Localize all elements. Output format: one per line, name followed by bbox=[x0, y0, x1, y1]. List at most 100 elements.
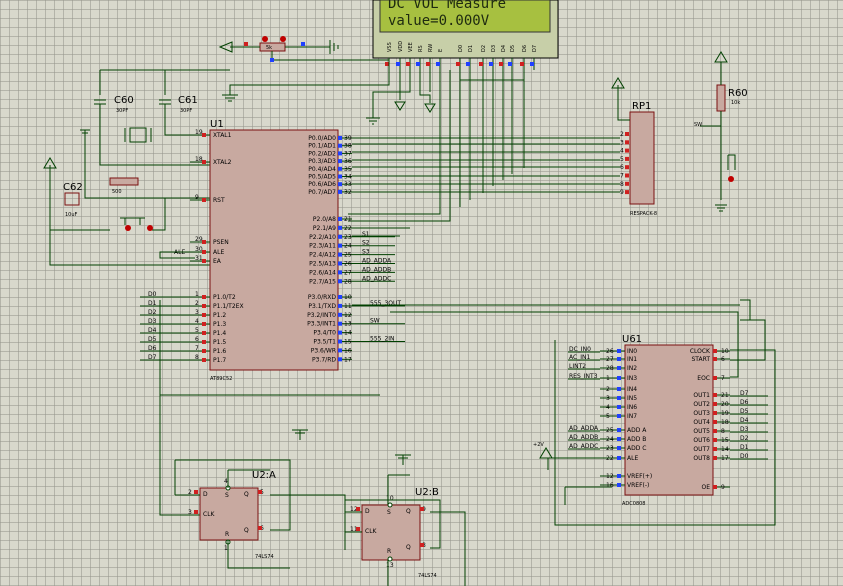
lcd-pin-name: VSS bbox=[387, 42, 393, 52]
u1-pin-name: P3.5/T1 bbox=[313, 339, 336, 346]
u1-p2-label: AD_ADDA bbox=[362, 258, 392, 265]
lcd-pin-marker bbox=[416, 62, 420, 66]
u2b-pin-marker bbox=[356, 507, 360, 511]
r60-value: 10k bbox=[731, 100, 740, 106]
rp1-resistor-pack[interactable]: RP1 RESPACK-8 23 456 789 bbox=[611, 77, 657, 217]
u61-pin-name: CLOCK bbox=[690, 348, 711, 355]
reset-network[interactable]: C62 10uF 500 bbox=[43, 129, 210, 266]
u61-pin-number: 15 bbox=[721, 437, 729, 444]
rp1-pin-number: 3 bbox=[620, 139, 624, 146]
lcd-pin-name: D3 bbox=[491, 45, 497, 52]
u61-in-label: AC_IN1 bbox=[569, 354, 590, 361]
r60-switch-section[interactable]: R60 10k SW bbox=[694, 51, 748, 212]
potentiometer[interactable]: 5k bbox=[218, 36, 390, 70]
u1-pin-number: 35 bbox=[344, 166, 352, 173]
rp1-pin-marker bbox=[625, 165, 629, 170]
u1-right-pins: 39 P0.0/AD0 38 P0.1/AD1 37 P0.2/AD2 36 P0.3/AD3… bbox=[307, 135, 405, 363]
u1-pin-marker bbox=[202, 240, 206, 244]
u1-p2-label: S3 bbox=[362, 249, 370, 256]
u61-pin-name: OUT1 bbox=[693, 392, 710, 399]
u1-pin-name: P1.4 bbox=[213, 330, 226, 337]
u1-pin-name: P1.2 bbox=[213, 312, 226, 319]
u61-pin-number: 25 bbox=[606, 427, 614, 434]
u61-pin-name: IN0 bbox=[627, 348, 637, 355]
u1-pin-number: 19 bbox=[195, 129, 203, 136]
u1-pin-name: P2.0/A8 bbox=[313, 216, 336, 223]
lcd-ground-symbols bbox=[366, 101, 436, 125]
u61-pin-marker bbox=[617, 405, 621, 409]
u1-pin-marker bbox=[202, 133, 206, 137]
u61-pin-number: 14 bbox=[721, 446, 729, 453]
u1-pin-name: P1.0/T2 bbox=[213, 294, 236, 301]
u61-out-label: D4 bbox=[740, 417, 749, 424]
u1-pin-marker bbox=[338, 182, 342, 187]
u61-pin-number: 26 bbox=[606, 348, 614, 355]
lcd-module[interactable]: DC VOL Measure value=0.000V VSS VDD VEE RS R… bbox=[372, 0, 559, 70]
u1-pin-name: P1.7 bbox=[213, 357, 226, 364]
lcd-pin-name: D1 bbox=[468, 45, 474, 52]
u2b-pin-r-number: 13 bbox=[386, 562, 394, 569]
u1-microcontroller[interactable]: U1 AT89C52 19 XTAL118 XTAL29 RST29 PSEN30 ALE… bbox=[140, 119, 405, 382]
u1-pin-number: 29 bbox=[195, 236, 203, 243]
rp1-pins: 23 456 789 bbox=[620, 131, 629, 196]
u61-add-label: AD_ADDA bbox=[569, 425, 599, 432]
u1-pin-number: 16 bbox=[344, 347, 352, 354]
u1-pin-name: P3.7/RD bbox=[312, 356, 336, 363]
u61-pin-number: 24 bbox=[606, 436, 614, 443]
u61-out-label: D2 bbox=[740, 435, 749, 442]
u1-p1-label: D1 bbox=[148, 300, 157, 307]
c60-ref: C60 bbox=[114, 95, 134, 106]
u2b-flipflop[interactable]: U2:B 74LS74 12D11CLK9Q8Q10S13R bbox=[350, 487, 439, 579]
lcd-pin-name: D6 bbox=[522, 45, 528, 52]
u61-pin-name: OUT3 bbox=[693, 410, 710, 417]
lcd-pin-name: VDD bbox=[398, 41, 404, 52]
u2b-pin-marker bbox=[420, 507, 424, 511]
u1-pin-number: 3 bbox=[195, 309, 199, 316]
u1-pin-name: P2.5/A13 bbox=[309, 261, 336, 268]
u1-pin-marker bbox=[338, 174, 342, 179]
u61-pin-marker bbox=[617, 349, 621, 353]
rp1-pin-marker bbox=[625, 148, 629, 153]
u1-pin-marker bbox=[338, 348, 342, 353]
u1-pin-number: 38 bbox=[344, 143, 352, 150]
u1-pin-number: 10 bbox=[344, 294, 352, 301]
u61-pin-number: 12 bbox=[606, 473, 614, 480]
lcd-pin-marker bbox=[456, 62, 460, 66]
u61-add-label: AD_ADDB bbox=[569, 434, 598, 441]
u1-p2-label: AD_ADDB bbox=[362, 266, 391, 273]
u1-pin-number: 21 bbox=[344, 216, 352, 223]
u1-pin-number: 39 bbox=[344, 135, 352, 142]
u1-pin-number: 11 bbox=[344, 303, 352, 310]
u1-pin-name: P2.3/A11 bbox=[309, 243, 336, 250]
u61-pin-number: 2 bbox=[606, 386, 610, 393]
u61-pin-name: OUT5 bbox=[693, 428, 710, 435]
rp1-part: RESPACK-8 bbox=[630, 211, 657, 217]
lcd-pin-marker bbox=[396, 62, 400, 66]
u61-out-label: D1 bbox=[740, 444, 749, 451]
u61-out-label: D0 bbox=[740, 453, 749, 460]
u1-pin-marker bbox=[338, 136, 342, 140]
u1-pin-name: XTAL1 bbox=[213, 132, 232, 139]
u61-out-label: D5 bbox=[740, 408, 749, 415]
u1-pin-number: 5 bbox=[195, 327, 199, 334]
lcd-pin-name: D0 bbox=[458, 45, 464, 52]
u61-pin-number: 9 bbox=[721, 484, 725, 491]
u1-pin-number: 8 bbox=[195, 354, 199, 361]
schematic-drawing: DC VOL Measure value=0.000V VSS VDD VEE RS R… bbox=[43, 0, 776, 586]
u61-pin-marker bbox=[617, 414, 621, 418]
u61-out-label: D7 bbox=[740, 390, 749, 397]
u1-pin-name: P0.1/AD1 bbox=[308, 143, 336, 150]
u1-pin-marker bbox=[202, 198, 206, 202]
u61-pin-marker bbox=[617, 396, 621, 400]
u61-pin-name: OE bbox=[701, 484, 710, 491]
u61-pin-marker bbox=[617, 456, 621, 460]
u1-pin-marker bbox=[202, 313, 206, 317]
u2a-flipflop[interactable]: U2:A 74LS74 2D3CLK5Q6Q4S1R bbox=[188, 470, 276, 560]
u61-pin-name: IN6 bbox=[627, 404, 637, 411]
u2b-pin-r-label: R bbox=[387, 548, 391, 555]
u1-pin-name: P2.1/A9 bbox=[313, 225, 336, 232]
schematic-canvas[interactable]: DC VOL Measure value=0.000V VSS VDD VEE RS R… bbox=[0, 0, 843, 586]
rp1-pin-number: 2 bbox=[620, 131, 624, 138]
u1-p1-label: D0 bbox=[148, 291, 157, 298]
u1-pin-marker bbox=[338, 166, 342, 171]
